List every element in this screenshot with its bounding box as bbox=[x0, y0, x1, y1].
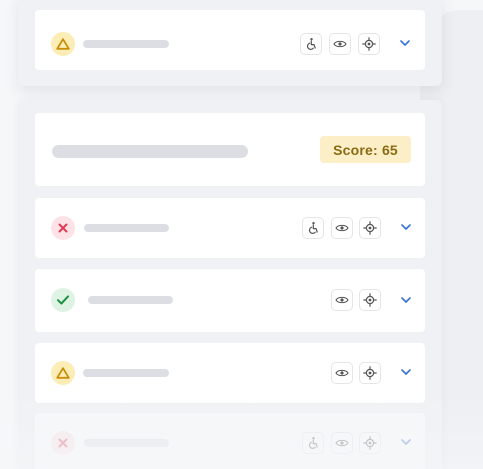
chevron-down-icon[interactable] bbox=[398, 292, 414, 308]
result-group-previous bbox=[18, 0, 442, 86]
summary-title-placeholder bbox=[52, 145, 248, 158]
result-row[interactable] bbox=[35, 10, 425, 70]
warning-status-icon bbox=[51, 32, 75, 56]
target-icon[interactable] bbox=[359, 432, 381, 454]
target-icon[interactable] bbox=[359, 217, 381, 239]
target-icon[interactable] bbox=[358, 33, 380, 55]
result-group: Score: 65 bbox=[18, 100, 442, 469]
result-row[interactable] bbox=[35, 198, 425, 258]
chevron-down-icon[interactable] bbox=[397, 35, 413, 51]
chevron-down-icon[interactable] bbox=[398, 364, 414, 380]
warning-status-icon bbox=[51, 361, 75, 385]
result-row[interactable] bbox=[35, 269, 425, 332]
error-status-icon bbox=[51, 216, 75, 240]
check-status-icon bbox=[51, 288, 75, 312]
accessibility-icon[interactable] bbox=[300, 33, 322, 55]
row-title-placeholder bbox=[84, 224, 169, 232]
score-badge: Score: 65 bbox=[320, 136, 411, 163]
eye-icon[interactable] bbox=[331, 289, 353, 311]
error-status-icon bbox=[51, 431, 75, 455]
eye-icon[interactable] bbox=[329, 33, 351, 55]
result-row[interactable] bbox=[35, 413, 425, 469]
row-title-placeholder bbox=[83, 40, 169, 48]
eye-icon[interactable] bbox=[331, 217, 353, 239]
eye-icon[interactable] bbox=[331, 432, 353, 454]
result-row[interactable] bbox=[35, 343, 425, 403]
row-title-placeholder bbox=[84, 439, 169, 447]
row-title-placeholder bbox=[88, 296, 173, 304]
eye-icon[interactable] bbox=[331, 362, 353, 384]
chevron-down-icon[interactable] bbox=[398, 219, 414, 235]
chevron-down-icon[interactable] bbox=[398, 434, 414, 450]
summary-card: Score: 65 bbox=[35, 113, 425, 186]
accessibility-icon[interactable] bbox=[302, 432, 324, 454]
accessibility-icon[interactable] bbox=[302, 217, 324, 239]
target-icon[interactable] bbox=[359, 362, 381, 384]
row-title-placeholder bbox=[83, 369, 169, 377]
target-icon[interactable] bbox=[359, 289, 381, 311]
results-view: Score: 65 bbox=[0, 0, 483, 469]
